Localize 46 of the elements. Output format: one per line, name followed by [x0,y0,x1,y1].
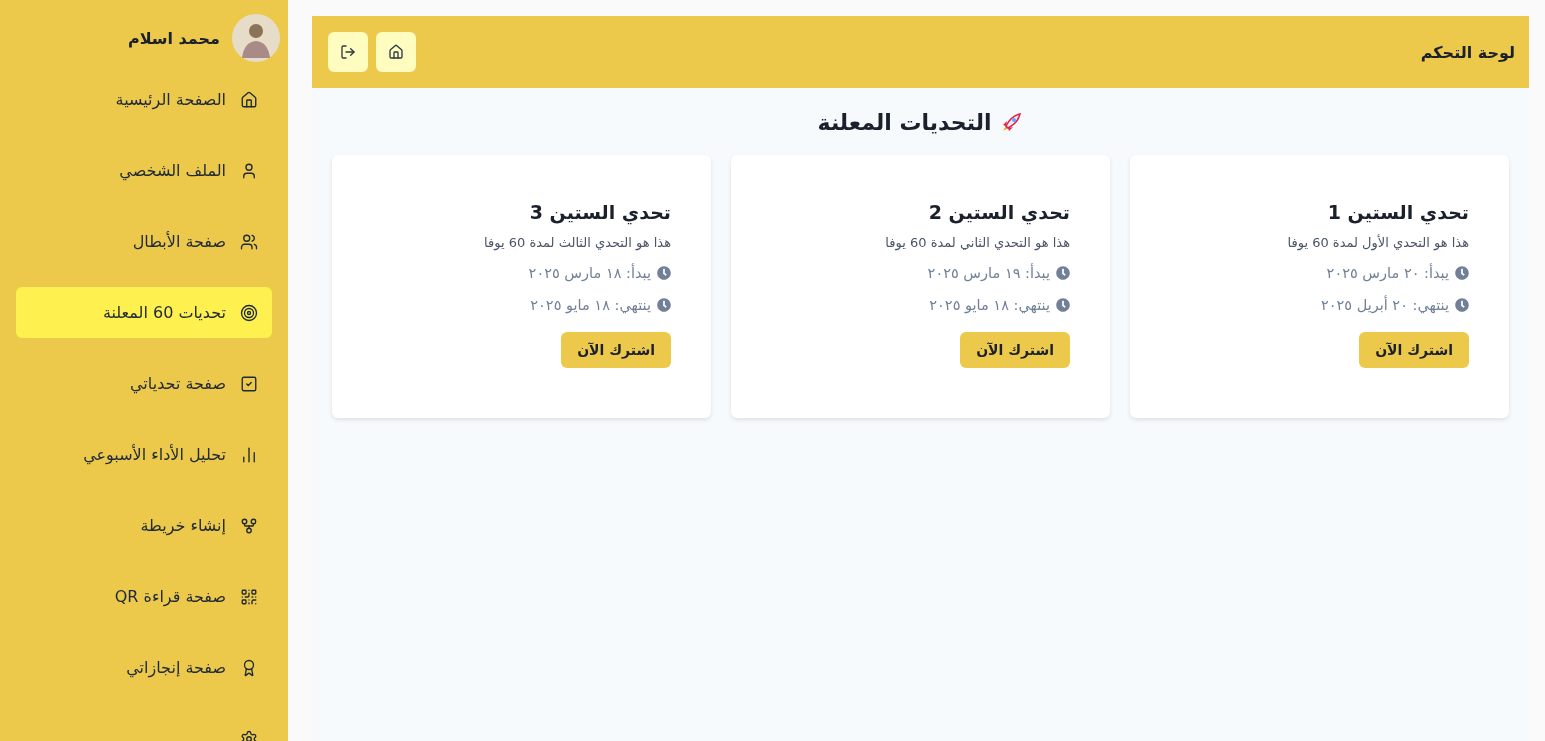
join-button[interactable]: اشترك الآن [960,332,1070,368]
clock-icon [1455,266,1469,280]
avatar [232,14,280,62]
challenge-description: هذا هو التحدي الأول لمدة 60 يوفا [1287,235,1469,250]
sidebar-item[interactable]: صفحة تحدياتي [16,358,272,409]
section-heading: التحديات المعلنة [817,110,992,135]
end-date: ينتهي: ٢٠ أبريل ٢٠٢٥ [1320,296,1449,314]
logout-icon [340,44,356,60]
home-icon [240,90,258,109]
clock-icon [657,266,671,280]
sidebar-item[interactable]: تحليل الأداء الأسبوعي [16,429,272,480]
join-button[interactable]: اشترك الآن [561,332,671,368]
home-button[interactable] [376,32,416,72]
clock-icon [657,298,671,312]
sidebar-item[interactable]: صفحة الأبطال [16,216,272,267]
target-icon [240,303,258,322]
sidebar-item[interactable]: صفحة قراءة QR [16,571,272,622]
qr-code-icon [240,587,258,606]
sidebar-item[interactable]: الصفحة الرئيسية [16,74,272,125]
sidebar-item[interactable]: الملف الشخصي [16,145,272,196]
start-date: يبدأ: ٢٠ مارس ٢٠٢٥ [1326,264,1449,282]
challenge-description: هذا هو التحدي الثالث لمدة 60 يوفا [484,235,671,250]
start-date: يبدأ: ١٨ مارس ٢٠٢٥ [528,264,651,282]
clock-icon [1056,298,1070,312]
challenge-title: تحدي الستين 2 [928,201,1070,223]
logout-button[interactable] [328,32,368,72]
user-name: محمد اسلام [127,28,220,48]
nodes-icon [240,516,258,535]
end-date: ينتهي: ١٨ مايو ٢٠٢٥ [530,296,651,314]
sidebar-item[interactable]: صفحة إنجازاتي [16,642,272,693]
challenge-title: تحدي الستين 1 [1327,201,1469,223]
page-title: لوحة التحكم [1420,42,1515,62]
join-button[interactable]: اشترك الآن [1359,332,1469,368]
clock-icon [1056,266,1070,280]
clock-icon [1455,298,1469,312]
challenge-title: تحدي الستين 3 [529,201,671,223]
sidebar-item[interactable]: إنشاء خريطة [16,500,272,551]
checkbox-icon [240,374,258,393]
sidebar-item[interactable]: تحديات 60 المعلنة [16,287,272,338]
challenge-description: هذا هو التحدي الثاني لمدة 60 يوفا [885,235,1070,250]
users-icon [240,232,258,251]
user-icon [240,161,258,180]
bar-chart-icon [240,445,258,464]
home-icon [388,44,404,60]
end-date: ينتهي: ١٨ مايو ٢٠٢٥ [929,296,1050,314]
start-date: يبدأ: ١٩ مارس ٢٠٢٥ [927,264,1050,282]
